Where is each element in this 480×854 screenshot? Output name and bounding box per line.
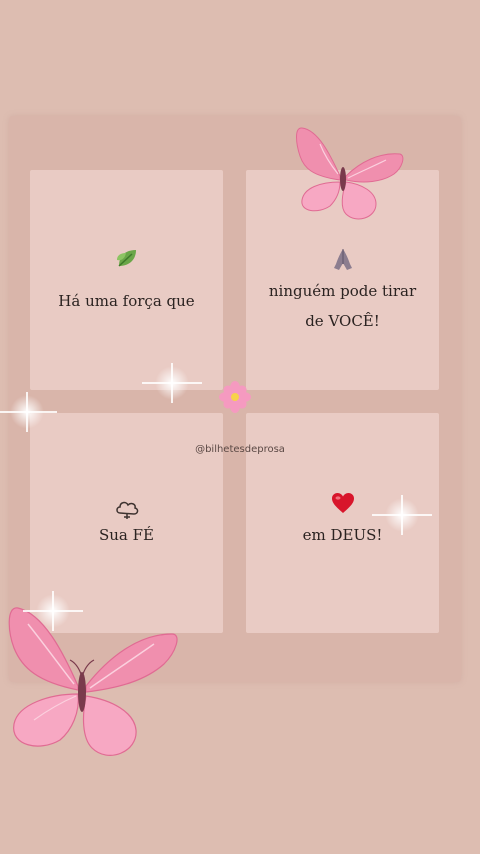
flower-icon [218, 380, 252, 418]
card-text-line-1: Sua FÉ [98, 526, 154, 544]
sparkle-glow [142, 363, 202, 403]
praying-hands-icon [246, 246, 439, 272]
butterfly-icon [290, 124, 406, 232]
sparkle-glow [23, 591, 83, 631]
card-text-line-2: de VOCÊ! [305, 312, 380, 330]
leaf-icon [30, 246, 223, 270]
sparkle-glow [372, 495, 432, 535]
cloud-icon [30, 497, 223, 521]
card-text-line-1: ninguém pode tirar [268, 282, 417, 300]
account-handle: @bilhetesdeprosa [195, 444, 285, 455]
sparkle-glow [0, 392, 57, 432]
card-strength: Há uma força que [30, 170, 223, 390]
card-text-line-1: Há uma força que [58, 292, 195, 310]
butterfly-icon [4, 604, 184, 770]
